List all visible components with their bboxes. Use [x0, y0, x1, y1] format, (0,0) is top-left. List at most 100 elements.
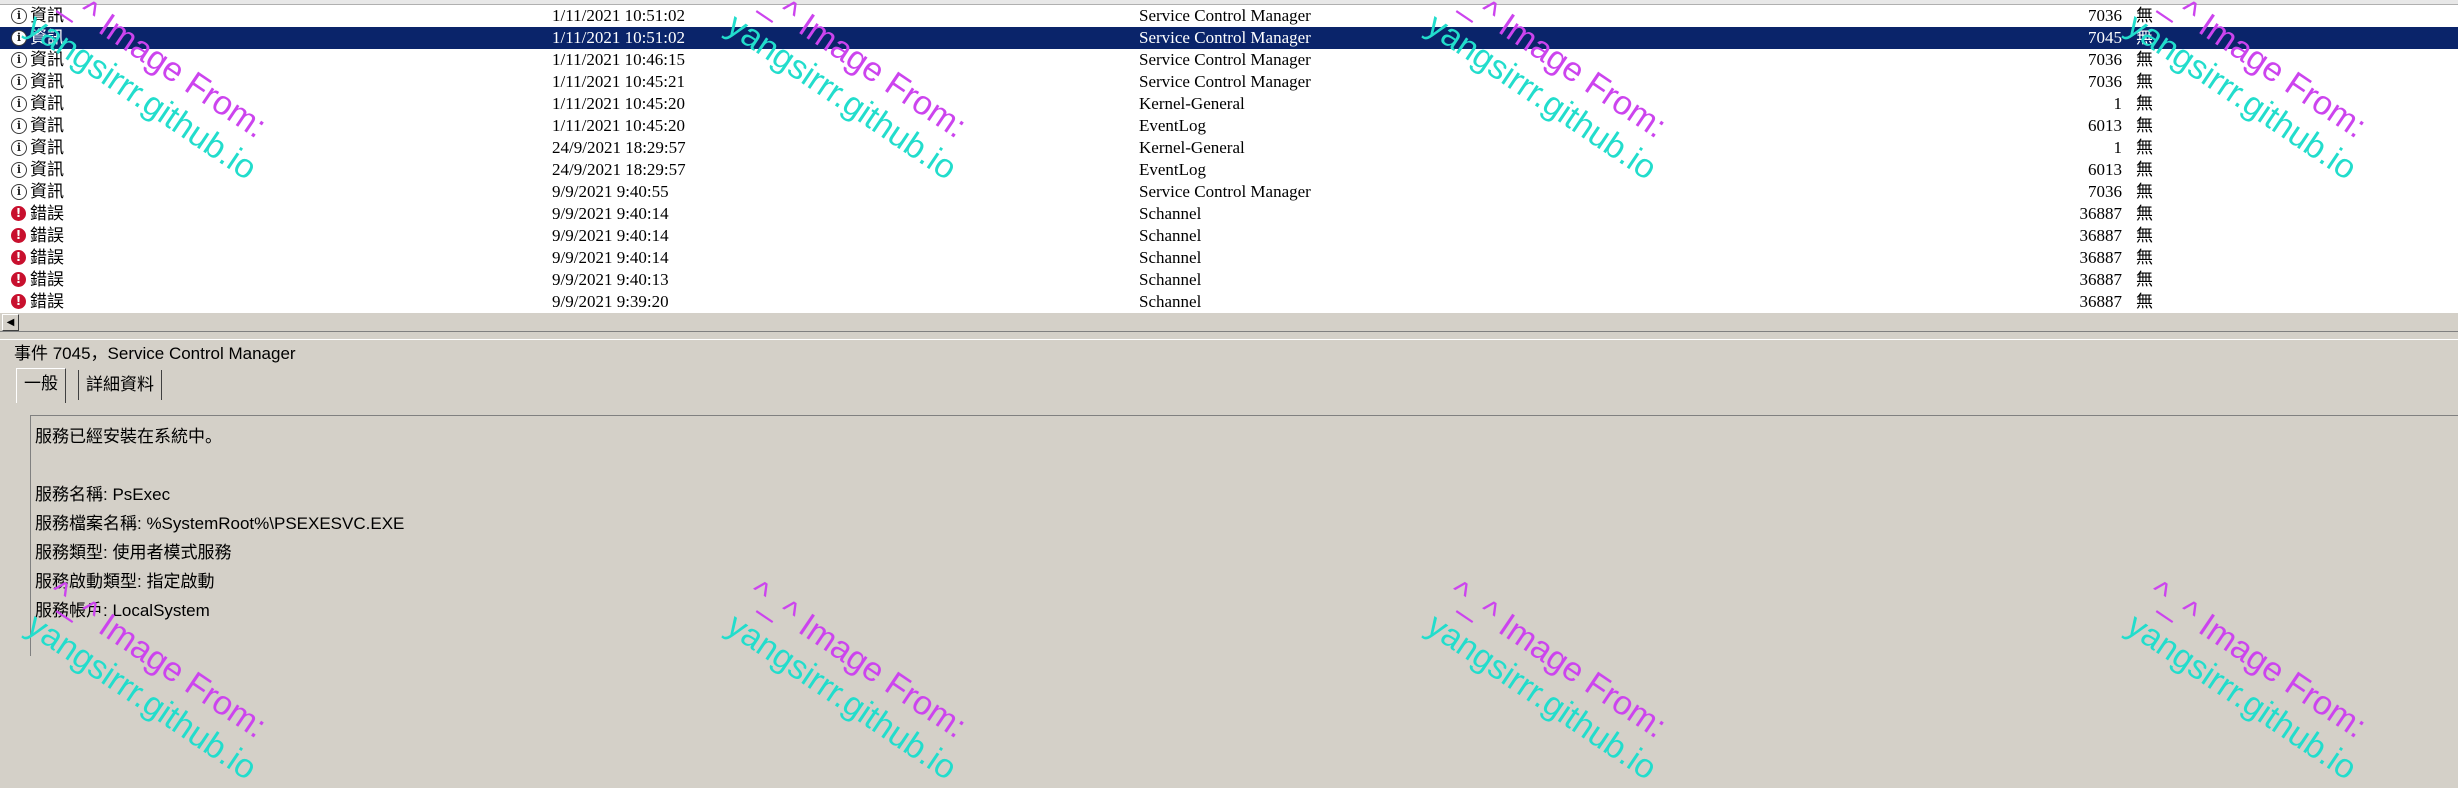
date-cell: 1/11/2021 10:45:20 — [552, 94, 686, 113]
error-icon: ! — [11, 272, 27, 288]
error-icon: ! — [11, 228, 27, 244]
category-cell: 無 — [2136, 292, 2153, 311]
table-row[interactable]: i 資訊 1/11/2021 10:45:21 Service Control Man… — [0, 71, 2458, 93]
table-row[interactable]: ! 錯誤 9/9/2021 9:39:20 Schannel 36887 無 — [0, 291, 2458, 313]
table-row[interactable]: i 資訊 1/11/2021 10:45:20 EventLog 6013 無 — [0, 115, 2458, 137]
level-cell: 資訊 — [30, 160, 64, 179]
event-id-cell: 36887 — [2079, 248, 2123, 267]
table-row[interactable]: ! 錯誤 9/9/2021 9:40:14 Schannel 36887 無 — [0, 225, 2458, 247]
table-row[interactable]: i 資訊 9/9/2021 9:40:55 Service Control Manag… — [0, 181, 2458, 203]
horizontal-scrollbar[interactable]: ◀ — [0, 312, 2458, 331]
description-line: 服務名稱: PsExec — [35, 485, 171, 504]
source-cell: Schannel — [1139, 292, 1202, 311]
info-icon: i — [11, 140, 27, 156]
event-details-pane: 事件 7045，Service Control Manager 一般 詳細資料 … — [0, 340, 2458, 656]
date-cell: 9/9/2021 9:40:14 — [552, 248, 669, 267]
info-icon: i — [11, 30, 27, 46]
general-tab-panel — [30, 415, 2458, 656]
level-cell: 資訊 — [30, 94, 64, 113]
info-icon: i — [11, 74, 27, 90]
category-cell: 無 — [2136, 160, 2153, 179]
date-cell: 1/11/2021 10:45:21 — [552, 72, 686, 91]
level-cell: 資訊 — [30, 6, 64, 25]
category-cell: 無 — [2136, 226, 2153, 245]
table-row[interactable]: ! 錯誤 9/9/2021 9:40:13 Schannel 36887 無 — [0, 269, 2458, 291]
date-cell: 9/9/2021 9:40:13 — [552, 270, 669, 289]
level-cell: 錯誤 — [30, 292, 64, 311]
error-icon: ! — [11, 250, 27, 266]
source-cell: Kernel-General — [1139, 138, 1245, 157]
error-icon: ! — [11, 294, 27, 310]
scroll-left-arrow-icon[interactable]: ◀ — [2, 314, 19, 331]
category-cell: 無 — [2136, 138, 2153, 157]
category-cell: 無 — [2136, 270, 2153, 289]
event-id-cell: 1 — [2113, 94, 2123, 113]
source-cell: Service Control Manager — [1139, 6, 1311, 25]
source-cell: Kernel-General — [1139, 94, 1245, 113]
category-cell: 無 — [2136, 50, 2153, 69]
info-icon: i — [11, 96, 27, 112]
source-cell: Schannel — [1139, 270, 1202, 289]
event-list[interactable]: i 資訊 1/11/2021 10:51:02 Service Control Man… — [0, 0, 2458, 331]
level-cell: 錯誤 — [30, 270, 64, 289]
date-cell: 9/9/2021 9:40:14 — [552, 204, 669, 223]
level-cell: 資訊 — [30, 50, 64, 69]
date-cell: 1/11/2021 10:46:15 — [552, 50, 686, 69]
source-cell: Service Control Manager — [1139, 182, 1311, 201]
table-row[interactable]: i 資訊 24/9/2021 18:29:57 EventLog 6013 無 — [0, 159, 2458, 181]
event-id-cell: 7045 — [2088, 28, 2122, 47]
event-id-cell: 36887 — [2079, 226, 2123, 245]
error-icon: ! — [11, 206, 27, 222]
tab-details[interactable]: 詳細資料 — [78, 370, 162, 400]
date-cell: 1/11/2021 10:51:02 — [552, 6, 686, 25]
table-row[interactable]: i 資訊 1/11/2021 10:45:20 Kernel-General 1 無 — [0, 93, 2458, 115]
event-id-cell: 7036 — [2088, 72, 2122, 91]
table-row[interactable]: ! 錯誤 9/9/2021 9:40:14 Schannel 36887 無 — [0, 247, 2458, 269]
level-cell: 資訊 — [30, 182, 64, 201]
source-cell: EventLog — [1139, 116, 1207, 135]
source-cell: Service Control Manager — [1139, 28, 1311, 47]
table-row[interactable]: i 資訊 1/11/2021 10:46:15 Service Control Man… — [0, 49, 2458, 71]
category-cell: 無 — [2136, 72, 2153, 91]
tab-general[interactable]: 一般 — [16, 368, 66, 403]
source-cell: Schannel — [1139, 226, 1202, 245]
level-cell: 資訊 — [30, 28, 64, 47]
category-cell: 無 — [2136, 182, 2153, 201]
level-cell: 資訊 — [30, 72, 64, 91]
table-row[interactable]: i 資訊 1/11/2021 10:51:02 Service Control Man… — [0, 5, 2458, 27]
level-cell: 錯誤 — [30, 248, 64, 267]
source-cell: Schannel — [1139, 204, 1202, 223]
source-cell: Service Control Manager — [1139, 50, 1311, 69]
description-line: 服務啟動類型: 指定啟動 — [35, 572, 215, 591]
date-cell: 9/9/2021 9:40:14 — [552, 226, 669, 245]
source-cell: EventLog — [1139, 160, 1207, 179]
level-cell: 錯誤 — [30, 204, 64, 223]
date-cell: 1/11/2021 10:51:02 — [552, 28, 686, 47]
info-icon: i — [11, 52, 27, 68]
source-cell: Service Control Manager — [1139, 72, 1311, 91]
date-cell: 9/9/2021 9:39:20 — [552, 292, 669, 311]
category-cell: 無 — [2136, 204, 2153, 223]
pane-splitter[interactable] — [0, 331, 2458, 340]
event-id-cell: 36887 — [2079, 292, 2123, 311]
info-icon: i — [11, 8, 27, 24]
table-row[interactable]: i 資訊 24/9/2021 18:29:57 Kernel-General 1 無 — [0, 137, 2458, 159]
source-cell: Schannel — [1139, 248, 1202, 267]
category-cell: 無 — [2136, 6, 2153, 25]
level-cell: 資訊 — [30, 138, 64, 157]
info-icon: i — [11, 118, 27, 134]
table-row[interactable]: i 資訊 1/11/2021 10:51:02 Service Control Man… — [0, 27, 2458, 49]
date-cell: 9/9/2021 9:40:55 — [552, 182, 669, 201]
table-row[interactable]: ! 錯誤 9/9/2021 9:40:14 Schannel 36887 無 — [0, 203, 2458, 225]
event-id-cell: 1 — [2113, 138, 2123, 157]
info-icon: i — [11, 162, 27, 178]
event-id-cell: 6013 — [2088, 116, 2122, 135]
description-line: 服務檔案名稱: %SystemRoot%\PSEXESVC.EXE — [35, 514, 405, 533]
description-line: 服務帳戶: LocalSystem — [35, 601, 210, 620]
date-cell: 24/9/2021 18:29:57 — [552, 160, 686, 179]
event-id-cell: 36887 — [2079, 204, 2123, 223]
event-id-cell: 7036 — [2088, 50, 2122, 69]
description-line: 服務已經安裝在系統中。 — [35, 427, 222, 446]
level-cell: 資訊 — [30, 116, 64, 135]
category-cell: 無 — [2136, 94, 2153, 113]
